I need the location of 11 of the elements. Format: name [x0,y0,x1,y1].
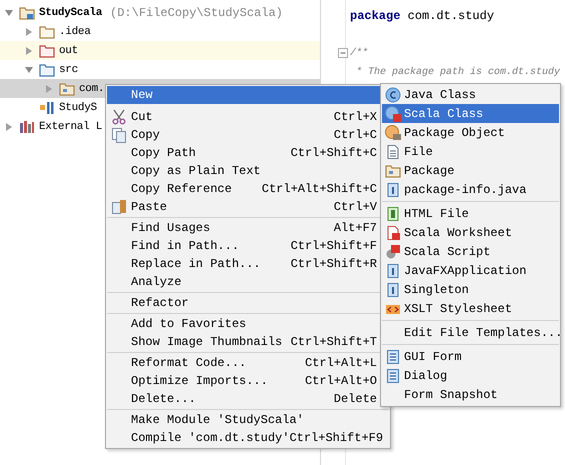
tree-label: StudyScala [39,6,102,18]
tree-label: .idea [59,26,91,38]
comment-line: * The package path is com.dt.study [355,67,560,78]
tree-label: StudyS [59,102,97,114]
tree-label: src [59,64,78,76]
module-path: (D:\FileCopy\StudyScala) [110,6,283,20]
tree-label: com. [79,82,104,94]
comment-line: /** [350,48,368,59]
tree-label: External L [39,120,102,132]
code-line: package com.dt.study [350,8,494,22]
tree-label: out [59,44,78,56]
